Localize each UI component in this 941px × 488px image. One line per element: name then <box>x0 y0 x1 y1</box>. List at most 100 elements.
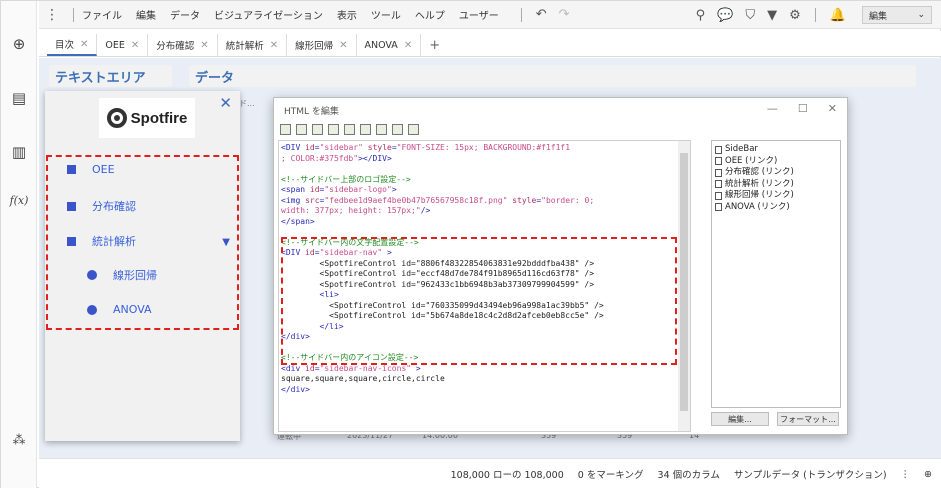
tree-item[interactable]: 分布確認 (リンク) <box>715 167 837 179</box>
status-menu-icon[interactable]: ⋮ <box>901 469 911 480</box>
close-icon[interactable]: ✕ <box>200 40 208 51</box>
format-button[interactable]: フォーマット... <box>777 412 839 426</box>
close-icon[interactable]: ✕ <box>131 40 139 51</box>
tab-distribution[interactable]: 分布確認 ✕ <box>148 34 218 56</box>
tab-contents[interactable]: 目次 ✕ <box>47 34 98 56</box>
insert-action-icon[interactable] <box>344 124 355 135</box>
close-icon[interactable]: ✕ <box>219 94 232 112</box>
sidebar-item-anova[interactable]: ANOVA <box>87 303 152 316</box>
insert-filter-icon[interactable] <box>360 124 371 135</box>
tree-item-label: 統計解析 (リンク) <box>725 178 794 189</box>
menu-help[interactable]: ヘルプ <box>415 7 445 22</box>
redo-icon[interactable]: ↷ <box>559 7 570 22</box>
visualization-icon[interactable]: ▥ <box>9 143 29 161</box>
search-icon[interactable]: ⚲ <box>696 8 706 23</box>
insert-script-icon[interactable] <box>408 124 419 135</box>
tree-item-label: OEE (リンク) <box>725 155 778 166</box>
sidebar-item-linear-regression[interactable]: 線形回帰 <box>87 267 157 283</box>
menu-user[interactable]: ユーザー <box>459 7 499 22</box>
close-icon[interactable]: ✕ <box>80 39 88 50</box>
edit-mode-select[interactable]: 編集 ⌄ <box>862 6 932 24</box>
kebab-menu-icon[interactable]: ⋮ <box>39 7 65 23</box>
editor-toolbar <box>280 124 419 138</box>
sidebar-item-oee[interactable]: OEE <box>67 163 115 176</box>
code-token: <span <box>281 185 310 194</box>
code-line: square,square,square,circle,circle <box>281 374 677 385</box>
menu-edit[interactable]: 編集 <box>136 7 156 22</box>
bookmark-icon[interactable]: ⛉ <box>745 8 755 23</box>
gear-icon[interactable]: ⚙ <box>789 8 801 23</box>
data-panel-icon[interactable]: ▤ <box>9 89 29 107</box>
tree-item-label: 分布確認 (リンク) <box>725 167 794 177</box>
sidebar-item-label: 分布確認 <box>92 200 136 213</box>
close-icon[interactable]: ✕ <box>404 40 412 51</box>
undo-icon[interactable]: ↶ <box>536 7 547 22</box>
link-control-icon <box>715 203 722 212</box>
tab-label: 統計解析 <box>225 41 264 52</box>
spotfire-logo: Spotfire <box>99 98 195 138</box>
page-tabs: 目次 ✕ OEE ✕ 分布確認 ✕ 統計解析 ✕ 線形回帰 ✕ ANOVA ✕ + <box>39 31 941 57</box>
code-line: </span> <box>281 217 677 228</box>
tree-item[interactable]: ANOVA (リンク) <box>715 202 837 214</box>
sidebar-item-statistics[interactable]: 統計解析 <box>67 233 136 249</box>
spotfire-logo-icon <box>106 108 127 128</box>
menu-data[interactable]: データ <box>170 7 200 22</box>
add-icon[interactable]: ⊕ <box>9 35 29 53</box>
insert-control-icon[interactable] <box>328 124 339 135</box>
bell-icon[interactable]: 🔔 <box>830 8 846 23</box>
close-icon[interactable]: ✕ <box>828 102 837 115</box>
expand-triangle-icon[interactable]: ▼ <box>222 237 230 248</box>
maximize-icon[interactable]: ☐ <box>798 102 808 115</box>
close-icon[interactable]: ✕ <box>270 40 278 51</box>
html-code-editor[interactable]: <DIV id="sidebar" style="FONT-SIZE: 15px… <box>278 140 691 432</box>
insert-dynamic-item-icon[interactable] <box>392 124 403 135</box>
edit-control-button[interactable]: 編集... <box>711 412 769 426</box>
link-control-icon <box>715 180 722 189</box>
code-scrollbar[interactable] <box>678 141 690 431</box>
tree-item[interactable]: OEE (リンク) <box>715 156 837 168</box>
code-token: "sidebar-logo" <box>324 185 392 194</box>
tab-linear-regression[interactable]: 線形回帰 ✕ <box>287 34 357 56</box>
tab-oee[interactable]: OEE ✕ <box>97 34 149 56</box>
scrollbar-thumb[interactable] <box>680 153 688 411</box>
menu-visualization[interactable]: ビジュアライゼーション <box>214 7 323 22</box>
insert-image-icon[interactable] <box>296 124 307 135</box>
code-token: "sidebar" <box>319 143 363 152</box>
link-control-icon <box>715 157 722 166</box>
control-tree[interactable]: SideBar OEE (リンク) 分布確認 (リンク) 統計解析 (リンク) … <box>711 140 841 408</box>
code-token: width: 377px; height: 157px;" <box>281 206 421 215</box>
function-icon[interactable]: f(x) <box>9 194 29 207</box>
tab-statistics[interactable]: 統計解析 ✕ <box>218 34 288 56</box>
chevron-down-icon: ⌄ <box>917 10 925 20</box>
code-token: <DIV <box>281 143 306 152</box>
tree-item[interactable]: 統計解析 (リンク) <box>715 179 837 191</box>
network-icon[interactable]: ⁂ <box>9 433 29 448</box>
tree-item[interactable]: 線形回帰 (リンク) <box>715 190 837 202</box>
marking-count[interactable]: 0 をマーキング <box>578 467 644 481</box>
circle-icon <box>87 304 97 315</box>
comment-icon[interactable]: 💬 <box>717 8 733 23</box>
filter-icon[interactable]: ▼ <box>767 8 777 23</box>
dataset-selector[interactable]: サンプルデータ (トランザクション) <box>734 467 887 481</box>
tab-anova[interactable]: ANOVA ✕ <box>357 34 422 56</box>
tree-item[interactable]: SideBar <box>715 144 837 156</box>
menubar-divider <box>814 8 816 22</box>
table-header-fragment: ド... <box>239 99 255 108</box>
insert-property-icon[interactable] <box>376 124 387 135</box>
square-icon <box>67 165 76 174</box>
minimize-icon[interactable]: — <box>767 102 778 115</box>
save-icon[interactable] <box>280 124 291 135</box>
menu-tools[interactable]: ツール <box>371 7 401 22</box>
menu-file[interactable]: ファイル <box>82 7 122 22</box>
menu-view[interactable]: 表示 <box>337 7 357 22</box>
close-icon[interactable]: ✕ <box>339 40 347 51</box>
tree-item-label: SideBar <box>725 144 758 154</box>
sidebar-item-distribution[interactable]: 分布確認 <box>67 198 136 214</box>
status-bar: 108,000 ローの 108,000 0 をマーキング 34 個のカラム サン… <box>39 458 941 488</box>
add-tab-icon[interactable]: + <box>421 34 448 56</box>
globe-icon[interactable]: ⊕ <box>924 469 932 480</box>
code-token: "FONT-SIZE: 15px; BACKGROUND:#f1f1f1 <box>396 143 571 152</box>
insert-link-icon[interactable] <box>312 124 323 135</box>
